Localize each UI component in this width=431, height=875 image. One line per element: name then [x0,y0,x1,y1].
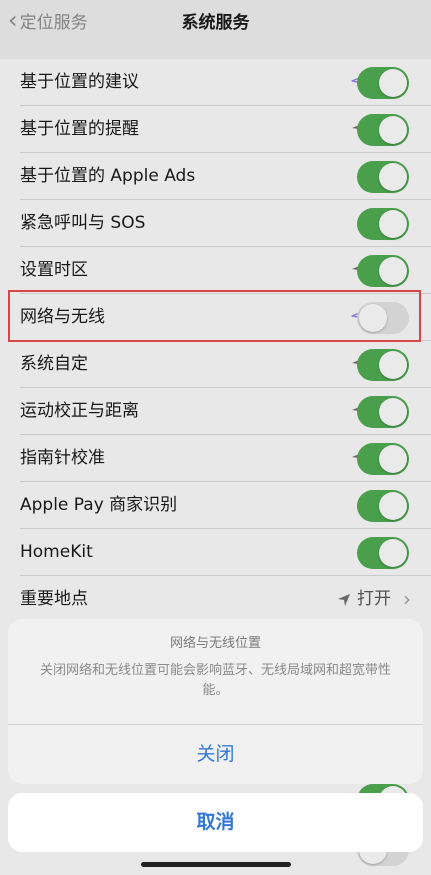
turn-off-button[interactable]: 关闭 [8,725,423,784]
sheet-message: 关闭网络和无线位置可能会影响蓝牙、无线局域网和超宽带性能。 [39,663,391,698]
sheet-title: 网络与无线位置 [169,636,261,651]
action-sheet: 网络与无线位置 关闭网络和无线位置可能会影响蓝牙、无线局域网和超宽带性能。 关闭 [8,619,423,784]
cancel-button[interactable]: 取消 [8,793,423,852]
settings-screen: 基于位置的建议 基于位置的提醒 基于位置的 Apple Ads 紧急呼叫与 SO… [0,0,431,875]
home-indicator [141,862,291,867]
